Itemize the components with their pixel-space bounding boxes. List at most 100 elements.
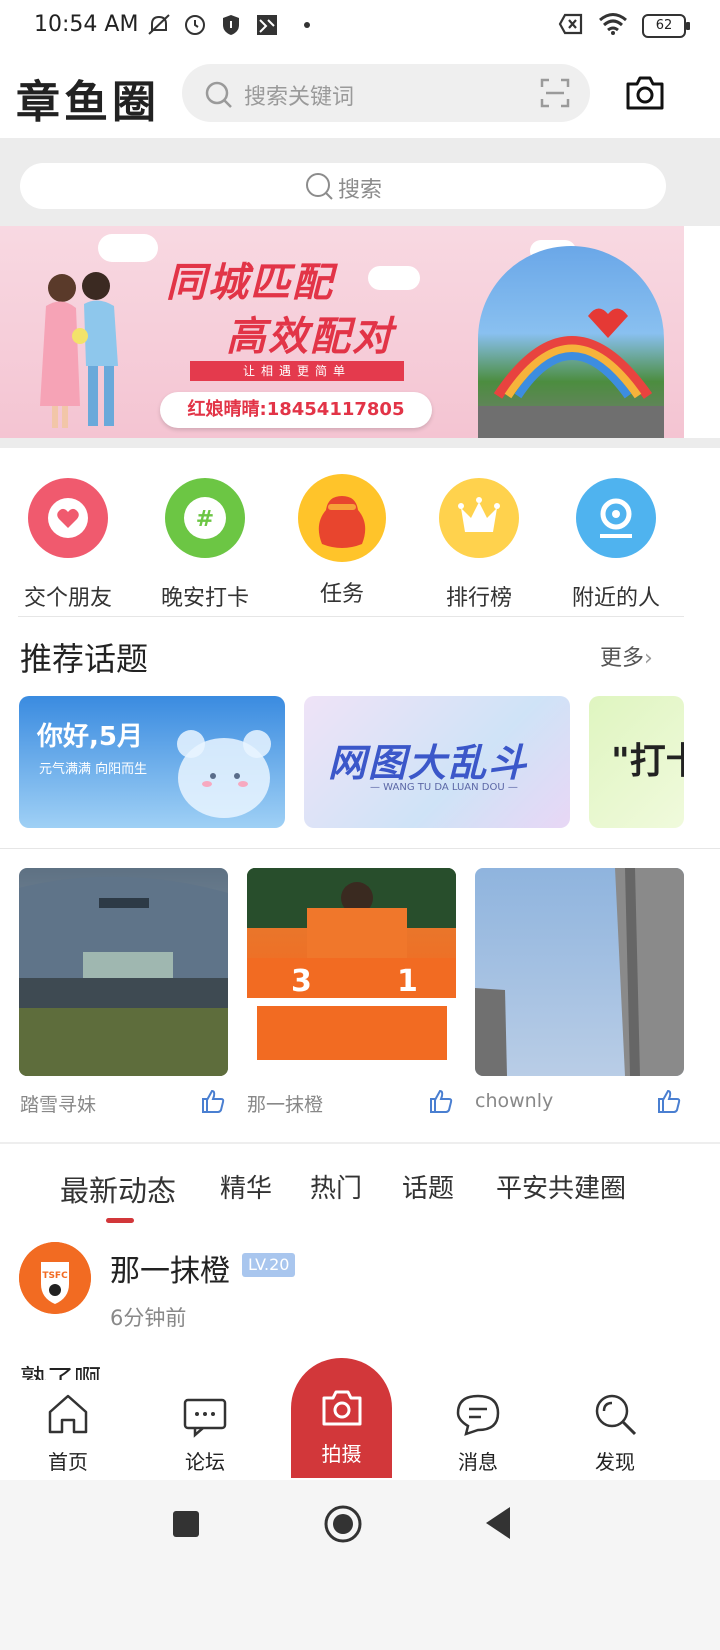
photo-post-football[interactable]: 3 1 [247,868,456,1076]
post-author[interactable]: 踏雪寻妹 [20,1090,96,1117]
banner-title-line2: 高效配对 [226,314,394,360]
quick-action-label: 晚安打卡 [160,586,249,611]
nav-label: 消息 [458,1450,498,1474]
header-search-placeholder: 搜索关键词 [244,85,355,110]
post-author[interactable]: 那一抹橙 [247,1090,323,1117]
nav-label: 论坛 [185,1450,225,1474]
mute-icon [146,12,172,38]
search-strip: 搜索 [0,138,720,226]
quick-action-label: 任务 [319,582,364,607]
quick-action-label: 排行榜 [445,586,512,611]
divider [0,848,720,849]
header-search-bar[interactable]: 搜索关键词 [182,64,590,122]
svg-text:3: 3 [291,964,312,999]
quick-action-tasks[interactable]: 任务 [274,460,410,608]
bottom-navigation: 首页 论坛 拍摄 消息 发现 [0,1358,720,1480]
red-bag-icon [298,474,386,562]
feed-author-name[interactable]: 那一抹橙 [110,1246,230,1290]
nav-label: 首页 [48,1450,88,1474]
shield-icon [218,12,244,38]
battery-indicator: 62 [642,14,690,38]
tab-topics[interactable]: 话题 [402,1168,454,1205]
topic-card[interactable]: "打卡 [589,696,684,828]
nav-forum[interactable]: 论坛 [155,1390,255,1475]
app-title: 章鱼圈 [16,77,160,128]
quick-action-label: 附近的人 [571,586,660,611]
quick-action-label: 交个朋友 [23,586,112,611]
svg-text:#: # [196,507,214,532]
search-icon [204,80,234,114]
home-icon [48,1394,88,1434]
search-icon [304,171,334,205]
scan-icon[interactable] [540,78,570,112]
cloud-bear-illustration [177,730,271,818]
location-icon [576,478,656,558]
banner-title-line1: 同城匹配 [166,260,334,306]
quick-action-night-checkin[interactable]: # 晚安打卡 [137,460,273,612]
football-photo: 3 1 [247,868,456,1068]
topic-card-title: 网图大乱斗 [328,741,529,785]
topic-card[interactable]: 你好,5月 元气满满 向阳而生 [19,696,285,828]
camera-button[interactable] [624,72,666,114]
quick-action-nearby-people[interactable]: 附近的人 [548,460,684,612]
photo-post-car[interactable] [19,868,228,1076]
tab-latest[interactable]: 最新动态 [60,1168,176,1210]
nav-discover[interactable]: 发现 [565,1390,665,1475]
quick-action-leaderboard[interactable]: 排行榜 [411,460,547,612]
nav-messages[interactable]: 消息 [428,1390,528,1475]
camera-icon [322,1390,361,1426]
back-button[interactable] [484,1506,512,1540]
tab-indicator [106,1218,134,1223]
discover-icon [595,1394,637,1436]
tab-featured[interactable]: 精华 [220,1168,272,1205]
photo-post-buildings[interactable] [475,868,684,1076]
recent-apps-button[interactable] [172,1510,200,1538]
banner-subtitle: 让相遇更简单 [190,361,404,381]
level-badge: LV.20 [242,1253,296,1277]
avatar[interactable]: TSFC [19,1242,91,1314]
nav-home[interactable]: 首页 [18,1390,118,1475]
app-notification-icon [254,12,280,38]
hash-icon: # [165,478,245,558]
topics-more-link[interactable]: 更多› [600,640,653,672]
thumbs-up-icon[interactable] [200,1088,226,1114]
quick-action-make-friends[interactable]: 交个朋友 [0,460,136,612]
topic-card[interactable]: 网图大乱斗 — WANG TU DA LUAN DOU — [304,696,570,828]
chevron-right-icon: › [644,646,653,671]
quick-actions: 交个朋友 # 晚安打卡 任务 排行榜 附近的人 [0,460,720,616]
topic-card-title: "打卡 [611,741,684,782]
event-photo [478,246,664,438]
home-button[interactable] [323,1504,363,1544]
alarm-icon [182,12,208,38]
banner-phone: 红娘晴晴:18454117805 [160,392,432,428]
feed-text[interactable]: 熟了啊 [20,1358,101,1380]
thumbs-up-icon[interactable] [656,1088,682,1114]
nav-shoot-button[interactable]: 拍摄 [291,1358,392,1478]
topics-title: 推荐话题 [20,640,149,678]
topic-card-title: 你好,5月 [37,722,143,752]
nav-label: 发现 [595,1450,635,1474]
post-author[interactable]: chownly [475,1090,553,1112]
status-time: 10:54 AM [34,12,139,37]
search-input[interactable]: 搜索 [20,163,666,209]
search-placeholder: 搜索 [337,178,382,203]
sim-off-icon [558,13,584,39]
tab-safety-circle[interactable]: 平安共建圈 [496,1168,626,1205]
promo-banner[interactable]: 同城匹配 高效配对 让相遇更简单 红娘晴晴:18454117805 [0,226,684,438]
divider [18,616,684,617]
heart-icon [28,478,108,558]
svg-text:TSFC: TSFC [42,1271,68,1281]
more-notifications-dot [304,22,310,28]
thumbs-up-icon[interactable] [428,1088,454,1114]
topic-card-subtitle: 元气满满 向阳而生 [39,762,148,777]
divider [0,1142,720,1144]
app-header: 章鱼圈 搜索关键词 [0,54,720,138]
feed-timestamp: 6分钟前 [110,1306,187,1330]
car-photo [19,876,228,1076]
svg-text:1: 1 [397,964,418,999]
status-bar: 10:54 AM 62 [0,0,720,54]
tab-hot[interactable]: 热门 [310,1168,362,1205]
crown-icon [439,478,519,558]
couple-illustration [28,266,138,434]
topic-card-subtitle: — WANG TU DA LUAN DOU — [370,782,518,793]
